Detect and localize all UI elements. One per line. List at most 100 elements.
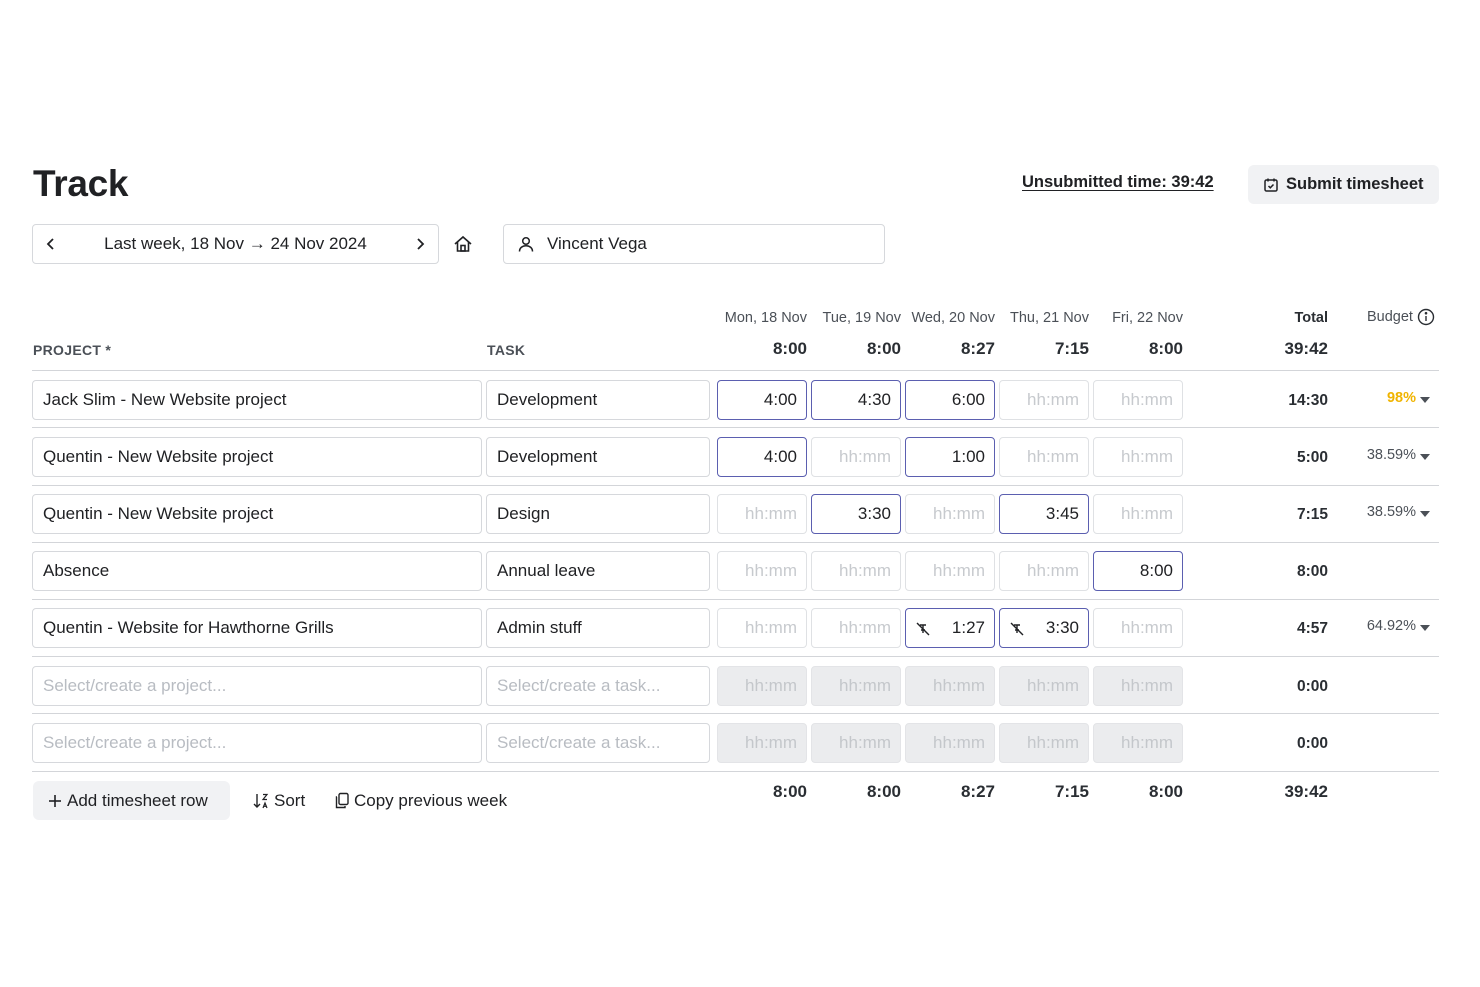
- row-total: 7:15: [1296, 506, 1328, 523]
- time-value: 1:27: [951, 618, 985, 637]
- day-total-fri: 8:00: [1148, 339, 1183, 358]
- time-input-fri[interactable]: hh:mm: [1093, 494, 1183, 534]
- time-input-thu[interactable]: 3:45: [999, 494, 1089, 534]
- budget-value[interactable]: 38.59%: [1336, 504, 1416, 520]
- divider: [32, 485, 1439, 486]
- day-total-wed: 8:27: [960, 339, 995, 358]
- task-select[interactable]: Development: [486, 437, 710, 477]
- time-input-mon[interactable]: 4:00: [717, 437, 807, 477]
- week-navigator: Last week, 18 Nov → 24 Nov 2024: [32, 224, 439, 264]
- divider: [32, 656, 1439, 657]
- week-range-label[interactable]: Last week, 18 Nov → 24 Nov 2024: [59, 234, 412, 254]
- timesheet-row: Quentin - Website for Hawthorne Grills A…: [0, 608, 1480, 648]
- time-input-wed[interactable]: hh:mm: [905, 494, 995, 534]
- task-select[interactable]: Admin stuff: [486, 608, 710, 648]
- task-select[interactable]: Select/create a task...: [486, 723, 710, 763]
- budget-value[interactable]: 98%: [1336, 390, 1416, 406]
- chevron-right-icon[interactable]: [412, 236, 428, 252]
- copy-previous-week-button[interactable]: Copy previous week: [334, 781, 507, 820]
- row-total: 8:00: [1296, 563, 1328, 580]
- time-input-tue[interactable]: 4:30: [811, 380, 901, 420]
- project-select[interactable]: Quentin - New Website project: [32, 494, 482, 534]
- caret-down-icon[interactable]: [1420, 454, 1430, 460]
- time-input-fri: hh:mm: [1093, 666, 1183, 706]
- project-select[interactable]: Quentin - Website for Hawthorne Grills: [32, 608, 482, 648]
- time-input-mon: hh:mm: [717, 723, 807, 763]
- time-input-fri: hh:mm: [1093, 723, 1183, 763]
- unsubmitted-time-link[interactable]: Unsubmitted time: 39:42: [1022, 173, 1214, 192]
- timesheet-row: Select/create a project... Select/create…: [0, 666, 1480, 706]
- time-input-wed[interactable]: 1:27: [905, 608, 995, 648]
- user-icon: [517, 235, 535, 253]
- add-row-label: Add timesheet row: [67, 790, 208, 810]
- submit-timesheet-button[interactable]: Submit timesheet: [1248, 165, 1439, 204]
- time-input-tue[interactable]: 3:30: [811, 494, 901, 534]
- page-title: Track: [33, 163, 129, 204]
- project-select[interactable]: Jack Slim - New Website project: [32, 380, 482, 420]
- time-input-mon[interactable]: hh:mm: [717, 608, 807, 648]
- user-select[interactable]: Vincent Vega: [503, 224, 885, 264]
- budget-value[interactable]: 38.59%: [1336, 447, 1416, 463]
- divider: [32, 599, 1439, 600]
- divider: [32, 713, 1439, 714]
- project-select[interactable]: Quentin - New Website project: [32, 437, 482, 477]
- timesheet-row: Absence Annual leave hh:mm hh:mm hh:mm h…: [0, 551, 1480, 591]
- task-column-header: TASK: [487, 342, 526, 358]
- time-input-wed[interactable]: 1:00: [905, 437, 995, 477]
- time-input-thu[interactable]: hh:mm: [999, 437, 1089, 477]
- info-icon[interactable]: [1417, 308, 1435, 326]
- time-input-tue[interactable]: hh:mm: [811, 608, 901, 648]
- chevron-left-icon[interactable]: [43, 236, 59, 252]
- add-timesheet-row-button[interactable]: Add timesheet row: [33, 781, 230, 820]
- plus-icon: [47, 793, 63, 809]
- day-header-thu: Thu, 21 Nov: [1010, 310, 1089, 326]
- time-input-wed[interactable]: 6:00: [905, 380, 995, 420]
- footer-total-mon: 8:00: [772, 782, 807, 801]
- time-input-mon[interactable]: 4:00: [717, 380, 807, 420]
- calendar-check-icon: [1263, 177, 1279, 193]
- row-total: 4:57: [1296, 620, 1328, 637]
- divider: [32, 427, 1439, 428]
- day-header-wed: Wed, 20 Nov: [911, 310, 995, 326]
- task-select[interactable]: Development: [486, 380, 710, 420]
- footer-total-tue: 8:00: [866, 782, 901, 801]
- project-select[interactable]: Absence: [32, 551, 482, 591]
- caret-down-icon[interactable]: [1420, 397, 1430, 403]
- task-select[interactable]: Annual leave: [486, 551, 710, 591]
- project-column-header: PROJECT *: [33, 342, 112, 358]
- time-input-tue[interactable]: hh:mm: [811, 551, 901, 591]
- timesheet-row: Select/create a project... Select/create…: [0, 723, 1480, 763]
- task-select[interactable]: Select/create a task...: [486, 666, 710, 706]
- time-input-mon[interactable]: hh:mm: [717, 494, 807, 534]
- time-input-fri[interactable]: hh:mm: [1093, 608, 1183, 648]
- time-input-wed[interactable]: hh:mm: [905, 551, 995, 591]
- sort-button[interactable]: Sort: [252, 781, 305, 820]
- time-input-thu[interactable]: hh:mm: [999, 551, 1089, 591]
- non-billable-icon: [1010, 622, 1024, 636]
- caret-down-icon[interactable]: [1420, 511, 1430, 517]
- time-input-thu[interactable]: hh:mm: [999, 380, 1089, 420]
- time-input-tue[interactable]: hh:mm: [811, 437, 901, 477]
- footer-total-thu: 7:15: [1054, 782, 1089, 801]
- time-input-mon[interactable]: hh:mm: [717, 551, 807, 591]
- time-input-fri[interactable]: 8:00: [1093, 551, 1183, 591]
- time-input-thu[interactable]: 3:30: [999, 608, 1089, 648]
- day-total-tue: 8:00: [866, 339, 901, 358]
- time-input-fri[interactable]: hh:mm: [1093, 437, 1183, 477]
- project-select[interactable]: Select/create a project...: [32, 666, 482, 706]
- day-header-mon: Mon, 18 Nov: [724, 310, 807, 326]
- submit-timesheet-label: Submit timesheet: [1286, 175, 1424, 193]
- copy-week-label: Copy previous week: [354, 790, 508, 810]
- time-input-fri[interactable]: hh:mm: [1093, 380, 1183, 420]
- footer-grand-total: 39:42: [1284, 782, 1328, 801]
- grand-total-header: 39:42: [1284, 339, 1328, 358]
- day-header-fri: Fri, 22 Nov: [1112, 310, 1183, 326]
- home-icon[interactable]: [451, 232, 475, 256]
- sort-icon: [252, 792, 270, 810]
- row-total: 0:00: [1296, 678, 1328, 695]
- caret-down-icon[interactable]: [1420, 625, 1430, 631]
- time-input-thu: hh:mm: [999, 666, 1089, 706]
- task-select[interactable]: Design: [486, 494, 710, 534]
- project-select[interactable]: Select/create a project...: [32, 723, 482, 763]
- budget-value[interactable]: 64.92%: [1336, 618, 1416, 634]
